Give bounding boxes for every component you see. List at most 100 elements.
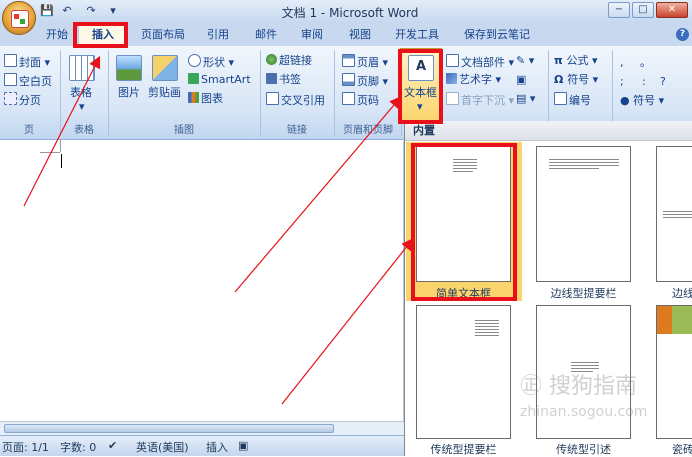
punct-semicolon[interactable]: ; (620, 75, 624, 89)
bookmark-label: 书签 (279, 73, 301, 86)
gallery-item-traditional-sidebar[interactable] (416, 305, 511, 439)
cover-page-button[interactable]: 封面 ▾ (4, 54, 50, 69)
proofing-icon[interactable]: ✔ (108, 439, 117, 452)
table-icon[interactable] (69, 55, 95, 81)
gallery-item-sideline-sidebar[interactable] (536, 146, 631, 282)
textbox-label: 文本框 (404, 86, 437, 99)
wordart-icon (446, 73, 457, 84)
cover-page-icon (4, 54, 17, 67)
tab-home[interactable]: 开始 (40, 26, 74, 44)
undo-icon[interactable]: ↶ (60, 4, 74, 18)
group-separator (108, 50, 109, 136)
drop-cap-label: 首字下沉 (461, 94, 505, 107)
window-title: 文档 1 - Microsoft Word (281, 6, 419, 20)
gallery-header: 内置 (405, 121, 692, 141)
maximize-button[interactable]: □ (632, 2, 654, 18)
gallery-item-tiles[interactable] (656, 305, 692, 439)
wordart-button[interactable]: 艺术字 ▾ (446, 73, 501, 87)
quick-parts-icon (446, 54, 459, 67)
date-time-icon[interactable]: ▣ (516, 73, 526, 87)
smartart-button[interactable]: SmartArt (188, 73, 251, 87)
minimize-button[interactable]: − (608, 2, 630, 18)
office-button[interactable] (2, 1, 36, 35)
status-insert-mode[interactable]: 插入 (206, 439, 228, 455)
page-number-button[interactable]: 页码 (342, 92, 379, 107)
special-symbol-label: 符号 (633, 94, 656, 107)
gallery-label-tiles: 瓷砖 (672, 443, 692, 456)
clip-art-icon[interactable] (152, 55, 178, 81)
symbol-button[interactable]: Ω 符号 ▾ (554, 73, 598, 87)
table-button[interactable]: 表格 (70, 86, 92, 100)
shapes-button[interactable]: 形状 ▾ (188, 54, 235, 69)
gallery-label-sideline: 边线 (672, 287, 692, 300)
macro-record-icon[interactable]: ▣ (238, 439, 248, 452)
tab-review[interactable]: 审阅 (292, 26, 332, 44)
chevron-down-icon: ▾ (225, 56, 235, 69)
numbering-button[interactable]: 编号 (554, 92, 591, 107)
punct-period[interactable]: 。 (640, 56, 651, 70)
omega-icon: Ω (554, 73, 568, 86)
tab-references[interactable]: 引用 (198, 26, 238, 44)
chart-button[interactable]: 图表 (188, 92, 223, 106)
redo-icon[interactable]: ↷ (84, 4, 98, 18)
chevron-down-icon: ▾ (79, 100, 85, 113)
insert-object-icon[interactable]: ▤ ▾ (516, 92, 535, 106)
picture-button[interactable]: 图片 (118, 86, 140, 100)
header-button[interactable]: 页眉 ▾ (342, 54, 389, 69)
clip-art-button[interactable]: 剪贴画 (148, 86, 181, 100)
status-page[interactable]: 页面: 1/1 (2, 439, 49, 455)
close-button[interactable]: ✕ (656, 2, 688, 18)
drop-cap-button[interactable]: 首字下沉 ▾ (446, 92, 515, 107)
group-label-links: 链接 (287, 125, 307, 136)
gallery-label-simple-textbox: 简单文本框 (436, 287, 491, 300)
special-symbol-button[interactable]: ● 符号 ▾ (620, 94, 664, 108)
status-language[interactable]: 英语(美国) (136, 439, 189, 455)
pi-icon: π (554, 54, 567, 67)
chevron-down-icon: ▾ (379, 56, 389, 69)
footer-button[interactable]: 页脚 ▾ (342, 73, 388, 88)
cross-reference-label: 交叉引用 (281, 94, 325, 107)
tab-view[interactable]: 视图 (340, 26, 380, 44)
quick-parts-button[interactable]: 文档部件 ▾ (446, 54, 515, 69)
punct-colon[interactable]: : (642, 75, 646, 89)
wordart-label: 艺术字 (459, 73, 492, 86)
blank-page-button[interactable]: 空白页 (4, 73, 52, 88)
header-icon (342, 54, 355, 67)
document-area[interactable] (0, 141, 404, 421)
page-break-button[interactable]: 分页 (4, 92, 41, 107)
page-number-icon (342, 92, 355, 105)
tab-page-layout[interactable]: 页面布局 (134, 26, 192, 44)
textbox-icon: A (408, 55, 434, 81)
customize-quick-access-icon[interactable]: ▾ (106, 4, 120, 18)
tab-save-to-cloud-notes[interactable]: 保存到云笔记 (456, 26, 538, 44)
tab-insert[interactable]: 插入 (78, 24, 128, 46)
bullet-icon: ● (620, 94, 634, 107)
help-icon[interactable]: ? (676, 28, 689, 41)
gallery-label-traditional-quote: 传统型引述 (556, 443, 611, 456)
tab-mailings[interactable]: 邮件 (246, 26, 286, 44)
group-separator (260, 50, 261, 136)
status-word-count[interactable]: 字数: 0 (60, 439, 96, 455)
signature-line-icon[interactable]: ✎ ▾ (516, 54, 534, 68)
shapes-icon (188, 54, 201, 67)
gallery-item-sideline[interactable] (656, 146, 692, 282)
margin-mark (40, 152, 60, 153)
bookmark-button[interactable]: 书签 (266, 73, 301, 87)
scrollbar-thumb[interactable] (4, 424, 334, 433)
numbering-icon (554, 92, 567, 105)
punct-question[interactable]: ? (660, 75, 666, 89)
quick-parts-label: 文档部件 (461, 56, 505, 69)
equation-button[interactable]: π 公式 ▾ (554, 54, 598, 68)
save-icon[interactable]: 💾 (40, 4, 54, 18)
group-label-header-footer: 页眉和页脚 (343, 125, 393, 136)
tab-developer[interactable]: 开发工具 (388, 26, 446, 44)
chevron-down-icon: ▾ (505, 56, 515, 69)
gallery-item-simple-textbox[interactable] (416, 146, 511, 282)
cross-reference-button[interactable]: 交叉引用 (266, 92, 325, 107)
chevron-down-icon: ▾ (505, 94, 515, 107)
symbol-label: 符号 (567, 73, 590, 86)
picture-icon[interactable] (116, 55, 142, 81)
punct-comma[interactable]: , (620, 56, 624, 70)
chevron-down-icon: ▾ (492, 73, 502, 86)
hyperlink-button[interactable]: 超链接 (266, 54, 312, 68)
